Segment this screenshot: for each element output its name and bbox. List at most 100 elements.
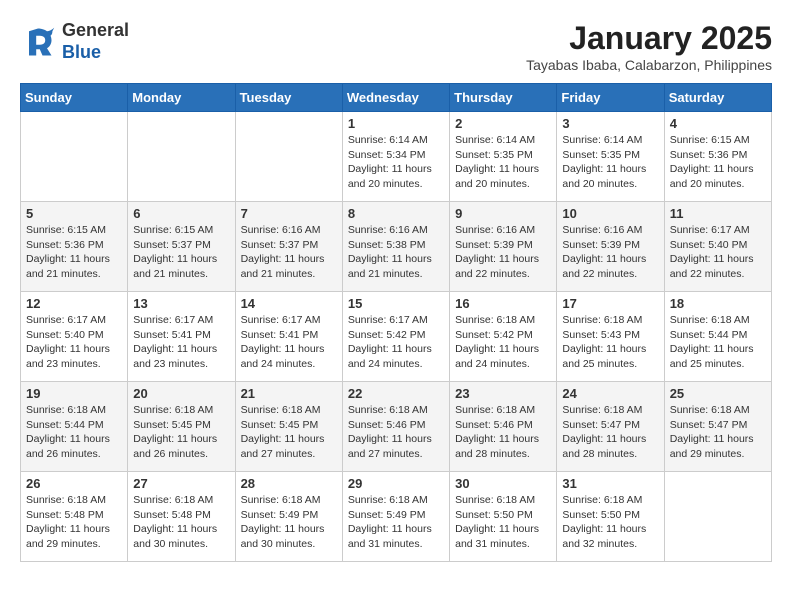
day-info: Sunrise: 6:14 AM Sunset: 5:35 PM Dayligh… xyxy=(562,133,658,192)
calendar-cell: 10 Sunrise: 6:16 AM Sunset: 5:39 PM Dayli… xyxy=(557,202,664,292)
month-title: January 2025 xyxy=(526,20,772,57)
day-info: Sunrise: 6:18 AM Sunset: 5:48 PM Dayligh… xyxy=(26,493,122,552)
day-number: 31 xyxy=(562,476,658,491)
day-number: 7 xyxy=(241,206,337,221)
calendar-cell: 28 Sunrise: 6:18 AM Sunset: 5:49 PM Dayli… xyxy=(235,472,342,562)
day-number: 12 xyxy=(26,296,122,311)
day-number: 5 xyxy=(26,206,122,221)
day-info: Sunrise: 6:18 AM Sunset: 5:48 PM Dayligh… xyxy=(133,493,229,552)
day-number: 19 xyxy=(26,386,122,401)
day-number: 28 xyxy=(241,476,337,491)
day-number: 14 xyxy=(241,296,337,311)
day-info: Sunrise: 6:16 AM Sunset: 5:39 PM Dayligh… xyxy=(562,223,658,282)
logo-text: General Blue xyxy=(62,20,129,63)
day-info: Sunrise: 6:17 AM Sunset: 5:42 PM Dayligh… xyxy=(348,313,444,372)
calendar-cell xyxy=(128,112,235,202)
day-info: Sunrise: 6:18 AM Sunset: 5:47 PM Dayligh… xyxy=(670,403,766,462)
calendar-cell: 31 Sunrise: 6:18 AM Sunset: 5:50 PM Dayli… xyxy=(557,472,664,562)
day-info: Sunrise: 6:18 AM Sunset: 5:49 PM Dayligh… xyxy=(241,493,337,552)
weekday-header-monday: Monday xyxy=(128,84,235,112)
page-header: General Blue January 2025 Tayabas Ibaba,… xyxy=(20,20,772,73)
calendar-table: SundayMondayTuesdayWednesdayThursdayFrid… xyxy=(20,83,772,562)
calendar-cell: 8Sunrise: 6:16 AM Sunset: 5:38 PM Daylig… xyxy=(342,202,449,292)
day-info: Sunrise: 6:18 AM Sunset: 5:50 PM Dayligh… xyxy=(455,493,551,552)
calendar-cell: 23 Sunrise: 6:18 AM Sunset: 5:46 PM Dayli… xyxy=(450,382,557,472)
day-info: Sunrise: 6:14 AM Sunset: 5:35 PM Dayligh… xyxy=(455,133,551,192)
calendar-cell: 2 Sunrise: 6:14 AM Sunset: 5:35 PM Daylig… xyxy=(450,112,557,202)
weekday-header-saturday: Saturday xyxy=(664,84,771,112)
calendar-cell: 25 Sunrise: 6:18 AM Sunset: 5:47 PM Dayli… xyxy=(664,382,771,472)
calendar-cell: 30 Sunrise: 6:18 AM Sunset: 5:50 PM Dayli… xyxy=(450,472,557,562)
day-number: 25 xyxy=(670,386,766,401)
day-info: Sunrise: 6:18 AM Sunset: 5:43 PM Dayligh… xyxy=(562,313,658,372)
day-number: 30 xyxy=(455,476,551,491)
weekday-header-tuesday: Tuesday xyxy=(235,84,342,112)
day-info: Sunrise: 6:18 AM Sunset: 5:50 PM Dayligh… xyxy=(562,493,658,552)
title-block: January 2025 Tayabas Ibaba, Calabarzon, … xyxy=(526,20,772,73)
calendar-cell xyxy=(235,112,342,202)
calendar-week-5: 26 Sunrise: 6:18 AM Sunset: 5:48 PM Dayli… xyxy=(21,472,772,562)
day-info: Sunrise: 6:16 AM Sunset: 5:39 PM Dayligh… xyxy=(455,223,551,282)
calendar-cell: 27 Sunrise: 6:18 AM Sunset: 5:48 PM Dayli… xyxy=(128,472,235,562)
calendar-cell: 22 Sunrise: 6:18 AM Sunset: 5:46 PM Dayli… xyxy=(342,382,449,472)
calendar-cell xyxy=(21,112,128,202)
day-info: Sunrise: 6:17 AM Sunset: 5:40 PM Dayligh… xyxy=(26,313,122,372)
weekday-header-friday: Friday xyxy=(557,84,664,112)
weekday-header-thursday: Thursday xyxy=(450,84,557,112)
calendar-cell: 13 Sunrise: 6:17 AM Sunset: 5:41 PM Dayli… xyxy=(128,292,235,382)
day-number: 10 xyxy=(562,206,658,221)
day-number: 15 xyxy=(348,296,444,311)
day-number: 27 xyxy=(133,476,229,491)
day-info: Sunrise: 6:18 AM Sunset: 5:46 PM Dayligh… xyxy=(348,403,444,462)
day-number: 2 xyxy=(455,116,551,131)
calendar-cell: 6Sunrise: 6:15 AM Sunset: 5:37 PM Daylig… xyxy=(128,202,235,292)
calendar-cell: 26 Sunrise: 6:18 AM Sunset: 5:48 PM Dayli… xyxy=(21,472,128,562)
day-number: 29 xyxy=(348,476,444,491)
calendar-cell: 7 Sunrise: 6:16 AM Sunset: 5:37 PM Daylig… xyxy=(235,202,342,292)
calendar-cell: 17Sunrise: 6:18 AM Sunset: 5:43 PM Dayli… xyxy=(557,292,664,382)
calendar-cell: 14 Sunrise: 6:17 AM Sunset: 5:41 PM Dayli… xyxy=(235,292,342,382)
calendar-cell: 1 Sunrise: 6:14 AM Sunset: 5:34 PM Daylig… xyxy=(342,112,449,202)
day-info: Sunrise: 6:16 AM Sunset: 5:38 PM Dayligh… xyxy=(348,223,444,282)
day-info: Sunrise: 6:15 AM Sunset: 5:36 PM Dayligh… xyxy=(670,133,766,192)
calendar-cell: 5 Sunrise: 6:15 AM Sunset: 5:36 PM Daylig… xyxy=(21,202,128,292)
day-number: 13 xyxy=(133,296,229,311)
day-number: 4 xyxy=(670,116,766,131)
calendar-cell: 16Sunrise: 6:18 AM Sunset: 5:42 PM Dayli… xyxy=(450,292,557,382)
calendar-body: 1 Sunrise: 6:14 AM Sunset: 5:34 PM Daylig… xyxy=(21,112,772,562)
day-info: Sunrise: 6:14 AM Sunset: 5:34 PM Dayligh… xyxy=(348,133,444,192)
day-number: 1 xyxy=(348,116,444,131)
day-number: 24 xyxy=(562,386,658,401)
calendar-cell: 9 Sunrise: 6:16 AM Sunset: 5:39 PM Daylig… xyxy=(450,202,557,292)
weekday-header-sunday: Sunday xyxy=(21,84,128,112)
day-info: Sunrise: 6:17 AM Sunset: 5:41 PM Dayligh… xyxy=(241,313,337,372)
calendar-cell: 4 Sunrise: 6:15 AM Sunset: 5:36 PM Daylig… xyxy=(664,112,771,202)
day-info: Sunrise: 6:17 AM Sunset: 5:40 PM Dayligh… xyxy=(670,223,766,282)
logo: General Blue xyxy=(20,20,129,63)
calendar-cell: 3 Sunrise: 6:14 AM Sunset: 5:35 PM Daylig… xyxy=(557,112,664,202)
calendar-week-1: 1 Sunrise: 6:14 AM Sunset: 5:34 PM Daylig… xyxy=(21,112,772,202)
day-info: Sunrise: 6:18 AM Sunset: 5:45 PM Dayligh… xyxy=(133,403,229,462)
logo-icon xyxy=(20,24,56,60)
day-number: 23 xyxy=(455,386,551,401)
day-number: 9 xyxy=(455,206,551,221)
location-subtitle: Tayabas Ibaba, Calabarzon, Philippines xyxy=(526,57,772,73)
day-number: 18 xyxy=(670,296,766,311)
day-number: 3 xyxy=(562,116,658,131)
day-info: Sunrise: 6:18 AM Sunset: 5:42 PM Dayligh… xyxy=(455,313,551,372)
day-number: 6 xyxy=(133,206,229,221)
calendar-cell: 15 Sunrise: 6:17 AM Sunset: 5:42 PM Dayli… xyxy=(342,292,449,382)
calendar-cell xyxy=(664,472,771,562)
day-number: 21 xyxy=(241,386,337,401)
day-number: 22 xyxy=(348,386,444,401)
calendar-week-3: 12 Sunrise: 6:17 AM Sunset: 5:40 PM Dayli… xyxy=(21,292,772,382)
day-info: Sunrise: 6:18 AM Sunset: 5:44 PM Dayligh… xyxy=(670,313,766,372)
day-number: 26 xyxy=(26,476,122,491)
day-info: Sunrise: 6:18 AM Sunset: 5:47 PM Dayligh… xyxy=(562,403,658,462)
calendar-week-2: 5 Sunrise: 6:15 AM Sunset: 5:36 PM Daylig… xyxy=(21,202,772,292)
day-info: Sunrise: 6:18 AM Sunset: 5:49 PM Dayligh… xyxy=(348,493,444,552)
day-info: Sunrise: 6:16 AM Sunset: 5:37 PM Dayligh… xyxy=(241,223,337,282)
day-info: Sunrise: 6:15 AM Sunset: 5:36 PM Dayligh… xyxy=(26,223,122,282)
day-info: Sunrise: 6:18 AM Sunset: 5:46 PM Dayligh… xyxy=(455,403,551,462)
day-info: Sunrise: 6:17 AM Sunset: 5:41 PM Dayligh… xyxy=(133,313,229,372)
